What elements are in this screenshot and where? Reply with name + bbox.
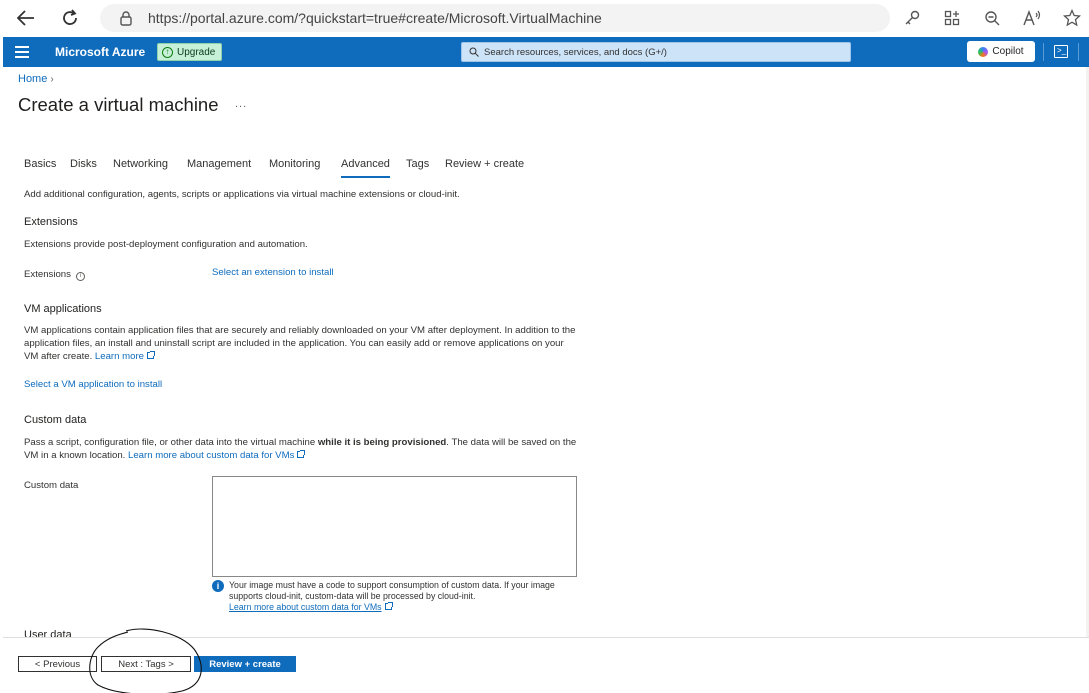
- tab-review-create[interactable]: Review + create: [445, 158, 524, 170]
- custom-data-note-link[interactable]: Learn more about custom data for VMs: [229, 602, 393, 612]
- more-options-icon[interactable]: ...: [235, 98, 247, 110]
- search-placeholder: Search resources, services, and docs (G+…: [484, 47, 667, 58]
- key-icon[interactable]: [900, 6, 924, 30]
- custom-data-emphasis: while it is being provisioned: [317, 437, 447, 448]
- custom-data-textarea[interactable]: [212, 476, 577, 577]
- wizard-footer: < Previous Next : Tags > Review + create: [3, 637, 1089, 693]
- copilot-label: Copilot: [992, 46, 1024, 57]
- vm-applications-heading: VM applications: [24, 303, 102, 315]
- upgrade-arrow-icon: ↑: [162, 46, 173, 58]
- tab-basics[interactable]: Basics: [24, 158, 56, 170]
- vm-applications-description: VM applications contain application file…: [24, 324, 579, 363]
- custom-data-heading: Custom data: [24, 414, 87, 426]
- app-grid-icon[interactable]: [940, 6, 964, 30]
- breadcrumb: Home ›: [18, 73, 54, 85]
- info-icon[interactable]: i: [75, 272, 85, 281]
- tab-networking[interactable]: Networking: [113, 158, 168, 170]
- user-data-heading: User data: [24, 629, 72, 637]
- address-bar[interactable]: https://portal.azure.com/?quickstart=tru…: [100, 4, 890, 32]
- external-link-icon: [297, 450, 306, 458]
- copilot-icon: [978, 46, 989, 57]
- extensions-field-label: Extensions i: [24, 268, 85, 281]
- custom-data-learn-more-link[interactable]: Learn more about custom data for VMs: [128, 450, 306, 461]
- custom-data-field-label: Custom data: [24, 480, 79, 491]
- search-icon: [469, 47, 479, 57]
- back-arrow-icon[interactable]: [14, 6, 38, 30]
- zoom-out-icon[interactable]: [980, 6, 1004, 30]
- browser-toolbar: https://portal.azure.com/?quickstart=tru…: [0, 0, 1089, 36]
- page-title: Create a virtual machine: [18, 94, 219, 115]
- upgrade-button[interactable]: ↑ Upgrade: [157, 43, 223, 61]
- header-divider: [1078, 43, 1079, 61]
- azure-brand[interactable]: Microsoft Azure: [55, 45, 145, 59]
- lock-icon: [120, 11, 132, 26]
- next-tags-button[interactable]: Next : Tags >: [101, 656, 191, 672]
- custom-data-note: Your image must have a code to support c…: [229, 580, 555, 612]
- vm-applications-learn-more-link[interactable]: Learn more: [95, 351, 155, 362]
- select-extension-link[interactable]: Select an extension to install: [212, 266, 334, 279]
- previous-button[interactable]: < Previous: [18, 656, 97, 672]
- favorite-star-icon[interactable]: [1060, 6, 1084, 30]
- tab-advanced[interactable]: Advanced: [341, 158, 390, 178]
- tab-disks[interactable]: Disks: [70, 158, 97, 170]
- extensions-heading: Extensions: [24, 216, 78, 228]
- url-text: https://portal.azure.com/?quickstart=tru…: [148, 10, 602, 26]
- breadcrumb-home[interactable]: Home: [18, 73, 47, 85]
- read-aloud-icon[interactable]: [1020, 6, 1044, 30]
- global-search-input[interactable]: Search resources, services, and docs (G+…: [461, 42, 851, 62]
- azure-top-bar: Microsoft Azure ↑ Upgrade Search resourc…: [3, 37, 1089, 67]
- info-icon: i: [212, 580, 224, 592]
- tab-management[interactable]: Management: [187, 158, 251, 170]
- tab-tags[interactable]: Tags: [406, 158, 429, 170]
- chevron-right-icon: ›: [50, 74, 54, 85]
- copilot-button[interactable]: Copilot: [967, 41, 1035, 62]
- external-link-icon: [146, 351, 155, 359]
- intro-text: Add additional configuration, agents, sc…: [24, 189, 460, 200]
- extensions-description: Extensions provide post-deployment confi…: [24, 239, 308, 250]
- hamburger-menu-icon[interactable]: [15, 46, 29, 58]
- refresh-icon[interactable]: [58, 6, 82, 30]
- select-vm-application-link[interactable]: Select a VM application to install: [24, 378, 162, 391]
- tab-monitoring[interactable]: Monitoring: [269, 158, 320, 170]
- review-create-button[interactable]: Review + create: [194, 656, 296, 672]
- cloud-shell-icon[interactable]: >_: [1054, 45, 1068, 58]
- custom-data-description: Pass a script, configuration file, or ot…: [24, 437, 577, 461]
- external-link-icon: [384, 602, 393, 610]
- header-divider: [1043, 43, 1044, 61]
- upgrade-label: Upgrade: [177, 46, 216, 58]
- extensions-label: Extensions: [24, 269, 71, 280]
